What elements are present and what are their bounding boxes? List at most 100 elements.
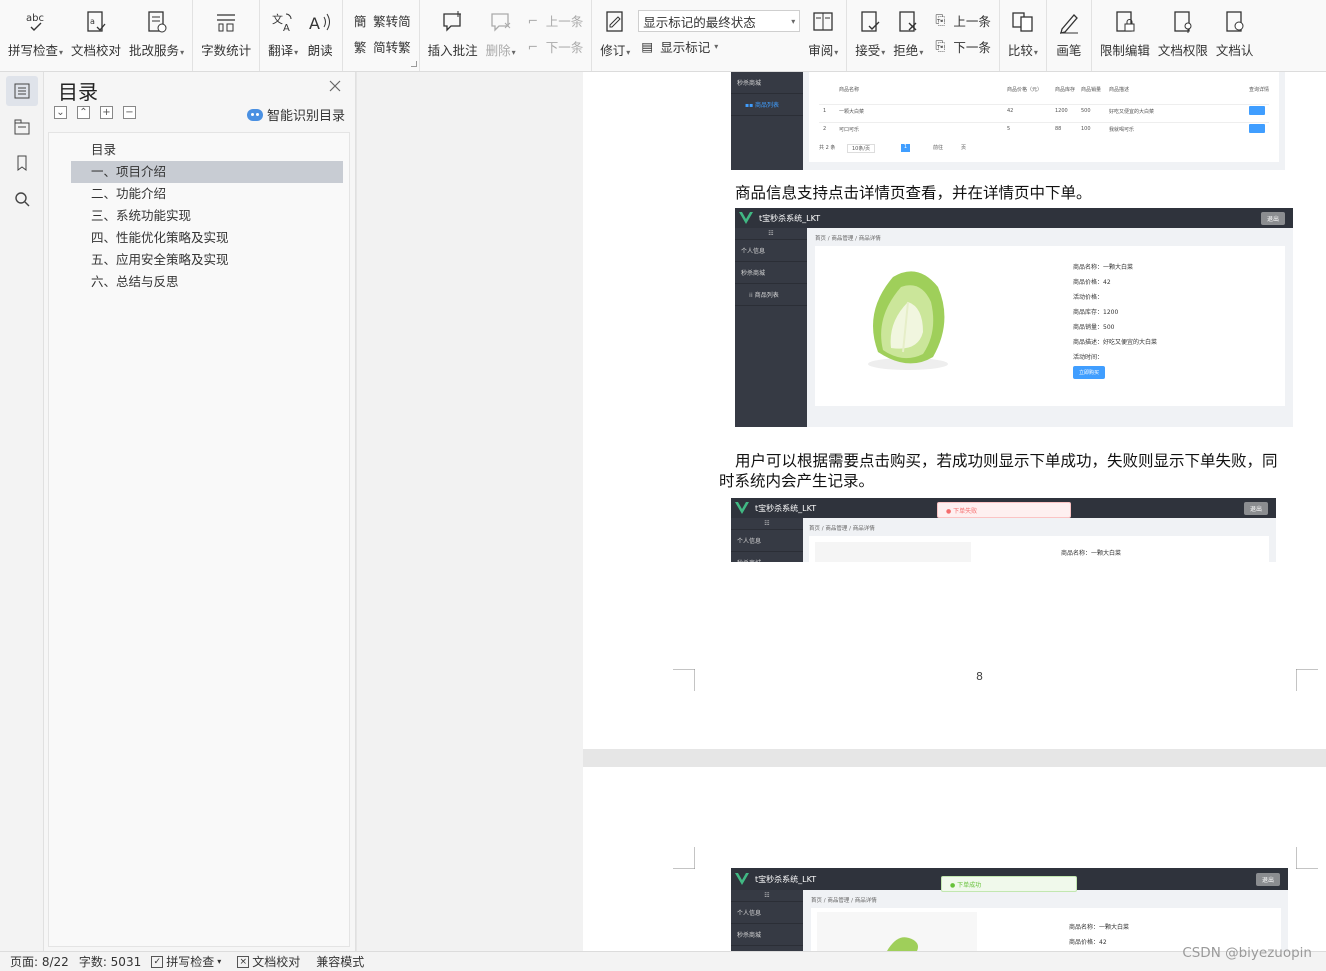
cert-icon (1221, 8, 1249, 36)
toc-item-security[interactable]: 五、应用安全策略及实现 (71, 249, 343, 271)
compare-icon (1009, 8, 1037, 36)
accept-button[interactable]: 接受▾ (851, 8, 889, 59)
detail-button[interactable] (1249, 124, 1265, 133)
bookmark-button[interactable] (6, 148, 38, 178)
product-image-placeholder (815, 542, 971, 562)
collapse-down-icon[interactable]: ⌄ (54, 106, 67, 119)
expand-all-icon[interactable]: + (100, 106, 113, 119)
reject-button[interactable]: 拒绝▾ (889, 8, 927, 59)
markup-mode-select[interactable]: 显示标记的最终状态 ▾ (638, 10, 801, 32)
sidebar-item-product-list: ▪▪ 商品列表 (731, 94, 803, 116)
detail-name: 商品名称：一颗大白菜 (1069, 924, 1130, 931)
exit-button[interactable]: 退出 (1260, 211, 1285, 225)
document-page[interactable]: 秒杀商城 ▪▪ 商品列表 商品名称 商品价格（元） 商品库存 商品销量 商品描述… (583, 72, 1326, 749)
app-sidebar: 秒杀商城 ▪▪ 商品列表 (731, 72, 803, 170)
buy-now-button[interactable]: 立即购买 (1073, 366, 1106, 379)
show-markup-button[interactable]: ▤ 显示标记 ▾ (638, 36, 800, 56)
doc-cert-button[interactable]: 文档认 (1212, 8, 1258, 59)
sidebar-item-mall[interactable]: 秒杀商城 (731, 552, 803, 562)
read-aloud-button[interactable]: A 朗读 (302, 8, 338, 59)
next-comment-button[interactable]: ⌐ 下一条 (524, 36, 583, 56)
prev-comment-button[interactable]: ⌐ 上一条 (524, 10, 583, 30)
review-service-icon (143, 8, 171, 36)
toc-item-heading[interactable]: 目录 (71, 139, 343, 161)
translate-button[interactable]: 文A 翻译▾ (264, 8, 302, 59)
table-row: 2 可口可乐 5 88 100 我就喝可乐 (819, 122, 1269, 136)
toc-item-intro[interactable]: 一、项目介绍 (71, 161, 343, 183)
sidebar-item-mall[interactable]: 秒杀商城 (731, 924, 803, 946)
restrict-edit-button[interactable]: 限制编辑 (1096, 8, 1154, 59)
document-gutter (357, 72, 583, 951)
sidebar-collapse-icon[interactable]: ☷ (735, 228, 807, 240)
language-group: 文A 翻译▾ A 朗读 (260, 0, 344, 71)
comment-group: 插入批注 删除▾ ⌐ 上一条 ⌐ 下一条 (420, 0, 593, 71)
toc-panel-button[interactable] (6, 76, 38, 106)
word-count-button[interactable]: 字数统计 (197, 8, 255, 59)
table-row: 1 一颗大白菜 42 1200 500 好吃又便宜的大白菜 (819, 104, 1269, 118)
group-expand-icon[interactable] (410, 61, 417, 67)
toc-item-features[interactable]: 二、功能介绍 (71, 183, 343, 205)
toc-item-implementation[interactable]: 三、系统功能实现 (71, 205, 343, 227)
compat-mode-label: 兼容模式 (316, 955, 365, 969)
detail-card: 商品名称：一颗大白菜 商品价格：42 活动价格： 商品库存：1200 商品销量：… (815, 246, 1285, 406)
revise-button[interactable]: 修订▾ (596, 8, 634, 59)
toc-item-summary[interactable]: 六、总结与反思 (71, 271, 343, 293)
prev-change-button[interactable]: ⎘ 上一条 (931, 10, 991, 30)
review-service-button[interactable]: 批改服务▾ (125, 8, 188, 59)
word-count-icon (212, 8, 240, 36)
breadcrumb: 首页 / 商品管理 / 商品详情 (811, 898, 877, 904)
word-count-indicator[interactable]: 字数: 5031 (79, 953, 141, 970)
smart-robot-icon (246, 108, 263, 121)
read-aloud-icon: A (306, 8, 334, 36)
collapse-all-icon[interactable]: − (123, 106, 136, 119)
table-header: 商品价格（元） (1007, 87, 1043, 93)
sidebar-item-personal[interactable]: 个人信息 (731, 902, 803, 924)
trad-to-simp-button[interactable]: 簡繁转简 (351, 10, 411, 30)
review-pane-button[interactable]: 审阅▾ (804, 8, 842, 59)
chapter-nav-button[interactable] (6, 112, 38, 142)
chinese-convert-group: 簡繁转简 繁简转繁 (343, 0, 420, 71)
exit-button[interactable]: 退出 (1255, 872, 1280, 886)
delete-comment-icon (487, 8, 515, 36)
insert-comment-button[interactable]: 插入批注 (424, 8, 482, 59)
compare-group: 比较▾ (1000, 0, 1047, 71)
ink-group: 画笔 (1047, 0, 1092, 71)
spell-check-button[interactable]: abc 拼写检查▾ (4, 8, 67, 59)
detail-name: 商品名称：一颗大白菜 (1073, 264, 1134, 271)
protect-group: 限制编辑 文档权限 文档认 (1092, 0, 1262, 71)
doc-proof-status[interactable]: × 文档校对 (237, 953, 300, 970)
document-page[interactable]: t宝秒杀系统_LKT 退出 ● 下单成功 ☷ 个人信息 秒杀商城 ⁞⁞ 商品列表… (583, 767, 1326, 951)
find-button[interactable] (6, 184, 38, 214)
simp-to-trad-button[interactable]: 繁简转繁 (351, 36, 411, 56)
order-success-screenshot: t宝秒杀系统_LKT 退出 ● 下单成功 ☷ 个人信息 秒杀商城 ⁞⁞ 商品列表… (731, 868, 1288, 951)
sidebar-collapse-icon[interactable]: ☷ (731, 890, 803, 902)
detail-button[interactable] (1249, 106, 1265, 115)
page-number: 8 (976, 670, 983, 683)
spell-check-status[interactable]: ✓ 拼写检查 ▾ (151, 953, 221, 970)
doc-permission-button[interactable]: 文档权限 (1154, 8, 1212, 59)
next-change-button[interactable]: ⎘ 下一条 (931, 36, 991, 56)
svg-text:文: 文 (272, 12, 283, 26)
crop-mark (1296, 847, 1318, 869)
toc-item-performance[interactable]: 四、性能优化策略及实现 (71, 227, 343, 249)
detail-name: 商品名称：一颗大白菜 (1061, 550, 1122, 557)
delete-comment-button[interactable]: 删除▾ (482, 8, 520, 59)
sidebar-item-personal[interactable]: 个人信息 (731, 530, 803, 552)
sidebar-item-product-list[interactable]: ⁞⁞ 商品列表 (735, 284, 807, 306)
nav-rail (0, 72, 44, 951)
ink-button[interactable]: 画笔 (1051, 8, 1087, 59)
permission-icon (1169, 8, 1197, 36)
compare-button[interactable]: 比较▾ (1004, 8, 1042, 59)
smart-toc-button[interactable]: 智能识别目录 (246, 105, 345, 124)
translate-icon: 文A (269, 8, 297, 36)
exit-button[interactable]: 退出 (1243, 501, 1268, 515)
sidebar-item-mall[interactable]: 秒杀商城 (735, 262, 807, 284)
page-indicator[interactable]: 页面: 8/22 (10, 953, 69, 970)
doc-proof-button[interactable]: a 文档校对 (67, 8, 125, 59)
collapse-up-icon[interactable]: ⌃ (77, 106, 90, 119)
toc-title: 目录 (58, 80, 98, 104)
close-icon[interactable] (327, 78, 343, 94)
chapter-icon (14, 119, 30, 135)
sidebar-item-personal[interactable]: 个人信息 (735, 240, 807, 262)
sidebar-collapse-icon[interactable]: ☷ (731, 518, 803, 530)
